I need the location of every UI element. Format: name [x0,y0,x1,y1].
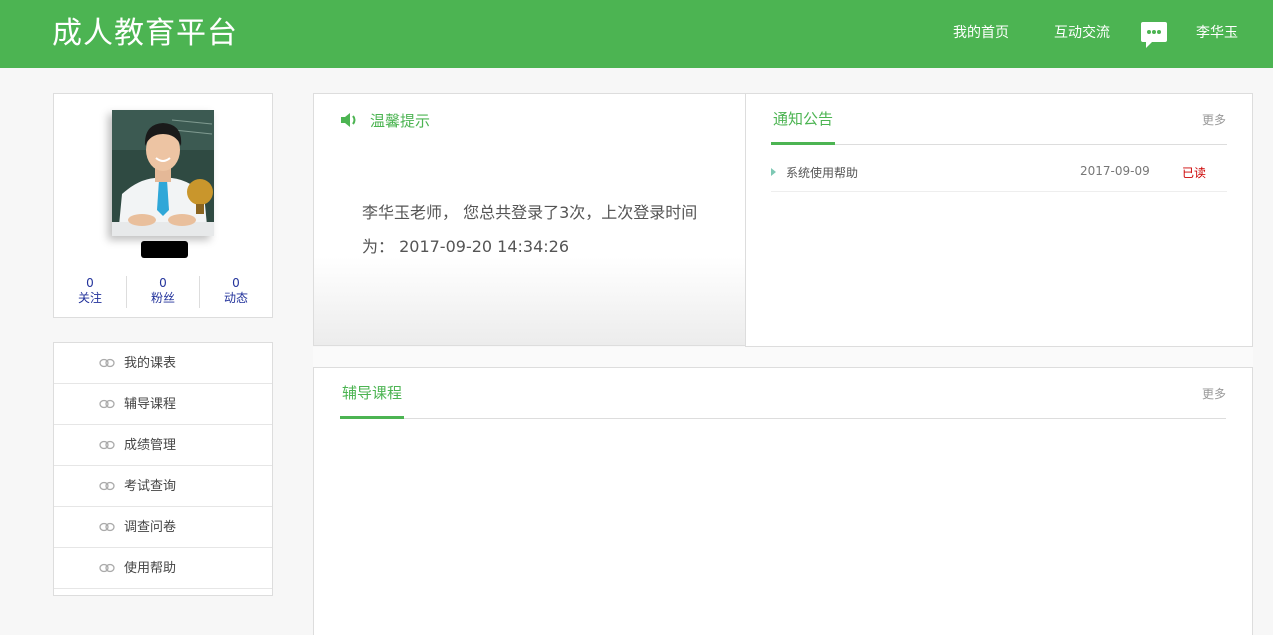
username-redacted [141,241,188,258]
link-chain-icon [99,399,115,409]
nav-user-link[interactable]: 李华玉 [1196,24,1238,42]
stat-fans-label: 粉丝 [150,291,175,305]
caret-right-icon [771,168,776,176]
link-chain-icon [99,563,115,573]
stat-follow-count: 0 [86,276,94,290]
avatar[interactable] [112,110,214,236]
notice-date: 2017-09-09 [1080,164,1150,178]
stat-activity-label: 动态 [223,291,248,305]
menu-item-survey[interactable]: 调查问卷 [54,507,272,548]
course-panel: 辅导课程 更多 [313,367,1253,635]
menu-item-exam-query[interactable]: 考试查询 [54,466,272,507]
tab-active-indicator [771,142,835,145]
menu-item-grades[interactable]: 成绩管理 [54,425,272,466]
menu-item-label: 调查问卷 [124,520,177,535]
tab-course[interactable]: 辅导课程 [342,382,402,404]
tips-header: 温馨提示 [340,109,430,131]
menu-item-label: 辅导课程 [124,397,177,412]
stat-fans[interactable]: 0 粉丝 [127,276,200,308]
brand-title: 成人教育平台 [52,16,238,51]
menu-item-schedule[interactable]: 我的课表 [54,343,272,384]
notice-status: 已读 [1182,166,1207,180]
profile-stats: 0 关注 0 粉丝 0 动态 [54,276,272,308]
notice-title[interactable]: 系统使用帮助 [786,164,858,181]
speaker-icon [341,113,356,127]
course-more-link[interactable]: 更多 [1202,385,1226,402]
tab-divider [771,144,1227,145]
link-chain-icon [99,440,115,450]
side-menu: 我的课表 辅导课程 成绩管理 考试查询 调查问卷 使用帮助 [53,342,273,596]
tips-panel: 温馨提示 李华玉老师， 您总共登录了3次，上次登录时间为： 2017-09-20… [313,93,745,346]
login-info-text: 李华玉老师， 您总共登录了3次，上次登录时间为： 2017-09-20 14:3… [362,203,698,256]
stat-follow[interactable]: 0 关注 [54,276,127,308]
nav-chat-link[interactable]: 互动交流 [1054,24,1110,42]
tab-active-indicator [340,416,404,419]
link-chain-icon [99,522,115,532]
notice-panel: 通知公告 更多 系统使用帮助 2017-09-09 已读 [745,93,1253,347]
link-chain-icon [99,481,115,491]
menu-item-label: 成绩管理 [124,438,177,453]
menu-item-label: 我的课表 [124,356,177,371]
menu-item-tutoring[interactable]: 辅导课程 [54,384,272,425]
tab-notice[interactable]: 通知公告 [773,108,833,130]
stat-fans-count: 0 [159,276,167,290]
list-item[interactable]: 系统使用帮助 2017-09-09 已读 [771,160,1227,192]
stat-activity-count: 0 [232,276,240,290]
notice-more-link[interactable]: 更多 [1202,111,1226,128]
profile-card: 0 关注 0 粉丝 0 动态 [53,93,273,318]
stat-activity[interactable]: 0 动态 [200,276,272,308]
menu-item-label: 使用帮助 [124,561,177,576]
tab-divider [340,418,1226,419]
nav-home-link[interactable]: 我的首页 [953,24,1009,42]
tips-title: 温馨提示 [370,111,431,130]
panel-gap [313,347,1253,367]
chat-bubble-icon[interactable] [1141,22,1167,48]
top-header: 成人教育平台 我的首页 互动交流 李华玉 [0,0,1273,68]
link-chain-icon [99,358,115,368]
menu-item-help[interactable]: 使用帮助 [54,548,272,589]
menu-item-label: 考试查询 [124,479,177,494]
stat-follow-label: 关注 [77,291,102,305]
